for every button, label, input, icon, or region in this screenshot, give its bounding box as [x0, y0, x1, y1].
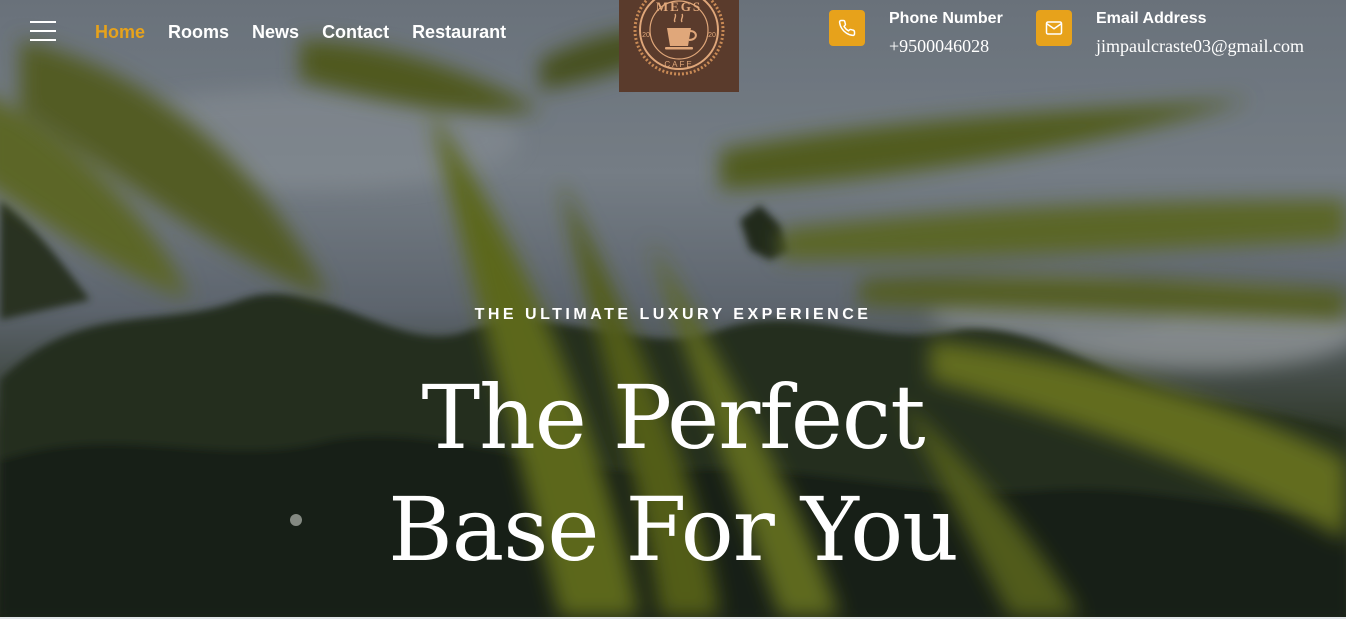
phone-icon[interactable] — [829, 10, 865, 46]
nav-link-restaurant[interactable]: Restaurant — [412, 21, 506, 43]
menu-bar — [30, 30, 56, 32]
hero-headline: The Perfect Base For You — [0, 362, 1346, 586]
main-nav: Home Rooms News Contact Restaurant — [95, 21, 506, 43]
hero-headline-line-1: The Perfect — [421, 366, 925, 469]
menu-bar — [30, 21, 56, 23]
nav-link-contact[interactable]: Contact — [322, 21, 389, 43]
hero-section: Home Rooms News Contact Restaurant MEGS … — [0, 0, 1346, 617]
cafe-logo-emblem: MEGS 20 20 CAFE — [633, 0, 725, 76]
nav-link-news[interactable]: News — [252, 21, 299, 43]
hero-tagline: THE ULTIMATE LUXURY EXPERIENCE — [474, 306, 872, 323]
hamburger-menu-icon[interactable] — [30, 20, 56, 42]
envelope-icon[interactable] — [1036, 10, 1072, 46]
nav-link-home[interactable]: Home — [95, 21, 145, 43]
phone-number[interactable]: +9500046028 — [889, 36, 989, 57]
logo-bottom-text: CAFE — [664, 60, 693, 69]
nav-link-rooms[interactable]: Rooms — [168, 21, 229, 43]
phone-label: Phone Number — [889, 10, 1003, 27]
logo-year-right: 20 — [708, 32, 716, 39]
email-label: Email Address — [1096, 10, 1207, 27]
logo-top-text: MEGS — [656, 0, 702, 14]
site-logo[interactable]: MEGS 20 20 CAFE — [619, 0, 739, 92]
hero-headline-line-2: Base For You — [388, 478, 959, 581]
menu-bar — [30, 39, 56, 41]
logo-year-left: 20 — [642, 32, 650, 39]
email-address[interactable]: jimpaulcraste03@gmail.com — [1096, 36, 1304, 57]
